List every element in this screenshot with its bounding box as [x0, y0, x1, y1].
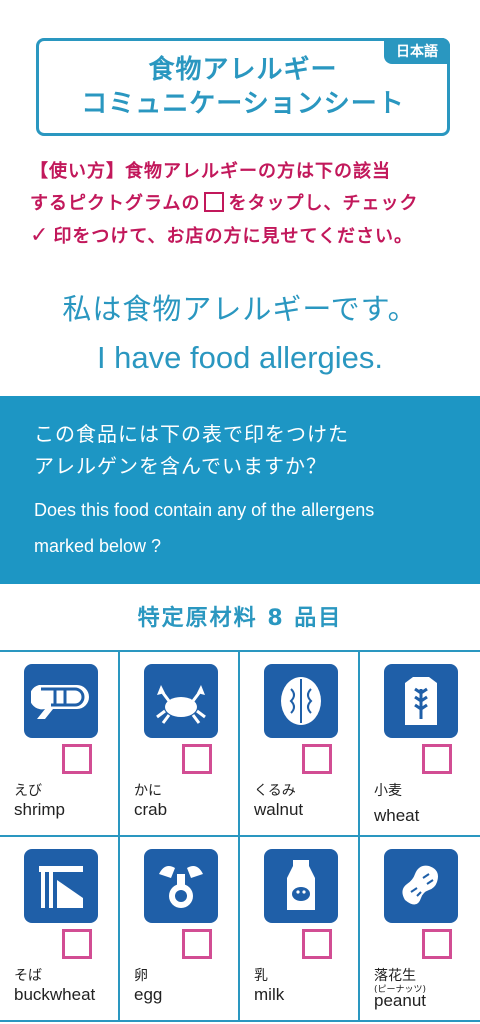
- allergen-en: crab: [134, 800, 168, 819]
- checkmark-icon: ✓: [30, 223, 50, 248]
- allergen-cell-peanut[interactable]: 落花生 (ピーナッツ) peanut: [360, 837, 480, 1022]
- allergen-en: walnut: [254, 800, 304, 819]
- statement-en: I have food allergies.: [96, 340, 384, 375]
- instructions-line-2a: するピクトグラムの: [30, 193, 201, 214]
- check-box[interactable]: [302, 929, 332, 959]
- statement-jp: 私は食物アレルギーです。: [62, 292, 418, 326]
- instructions-line-1: 【使い方】食物アレルギーの方は下の該当: [30, 161, 391, 182]
- section-title: 特定原材料 8 品目: [137, 606, 343, 631]
- question-en-line-2: marked below ?: [34, 536, 162, 556]
- check-box[interactable]: [62, 744, 92, 774]
- title-line-2: コミュニケーションシート: [81, 89, 405, 119]
- allergen-jp: えび: [14, 783, 42, 799]
- peanut-icon: [384, 849, 458, 923]
- allergen-cell-buckwheat[interactable]: そば buckwheat: [0, 837, 120, 1022]
- wheat-icon: [384, 664, 458, 738]
- egg-icon: [144, 849, 218, 923]
- check-box[interactable]: [182, 929, 212, 959]
- instructions: 【使い方】食物アレルギーの方は下の該当 するピクトグラムの をタップし、チェック …: [30, 156, 460, 253]
- buckwheat-icon: [24, 849, 98, 923]
- allergen-cell-crab[interactable]: かに crab: [120, 652, 240, 837]
- instructions-line-2: するピクトグラムの をタップし、チェック: [30, 188, 460, 220]
- allergen-cell-shrimp[interactable]: えび shrimp: [0, 652, 120, 837]
- instructions-line-3-text: 印をつけて、お店の方に見せてください。: [53, 226, 413, 247]
- question-band: この食品には下の表で印をつけた アレルゲンを含んでいますか？ Does this…: [0, 396, 480, 584]
- allergen-en: egg: [134, 985, 163, 1004]
- check-box[interactable]: [302, 744, 332, 774]
- allergen-cell-milk[interactable]: 乳 milk: [240, 837, 360, 1022]
- allergen-jp: くるみ: [254, 783, 296, 799]
- check-box[interactable]: [182, 744, 212, 774]
- instructions-line-3: ✓ 印をつけて、お店の方に見せてください。: [30, 220, 460, 253]
- allergen-cell-wheat[interactable]: 小麦 wheat: [360, 652, 480, 837]
- question-en: Does this food contain any of the allerg…: [34, 492, 446, 564]
- instructions-line-2b: をタップし、チェック: [228, 193, 419, 214]
- check-box[interactable]: [62, 929, 92, 959]
- allergen-en: buckwheat: [14, 985, 96, 1004]
- allergen-jp: 卵: [134, 968, 148, 984]
- check-box[interactable]: [422, 929, 452, 959]
- allergen-grid: えび shrimp かに crab くるみ walnut 小麦 wheat そば: [0, 650, 480, 1022]
- allergen-jp: そば: [14, 968, 42, 984]
- title-line-1: 食物アレルギー: [148, 55, 338, 85]
- check-box[interactable]: [422, 744, 452, 774]
- allergen-cell-walnut[interactable]: くるみ walnut: [240, 652, 360, 837]
- title-box: 日本語 食物アレルギー コミュニケーションシート: [36, 38, 450, 136]
- question-en-line-1: Does this food contain any of the allerg…: [34, 500, 375, 520]
- crab-icon: [144, 664, 218, 738]
- allergen-jp: 小麦: [374, 783, 402, 799]
- checkbox-example-icon: [204, 192, 225, 212]
- language-badge[interactable]: 日本語: [384, 38, 450, 64]
- allergen-en: wheat: [374, 806, 420, 825]
- allergen-cell-egg[interactable]: 卵 egg: [120, 837, 240, 1022]
- milk-icon: [264, 849, 338, 923]
- question-jp-line-1: この食品には下の表で印をつけた: [34, 422, 349, 446]
- question-jp-line-2: アレルゲンを含んでいますか？: [34, 454, 327, 478]
- walnut-icon: [264, 664, 338, 738]
- allergen-en: shrimp: [14, 800, 66, 819]
- allergen-en: milk: [254, 985, 285, 1004]
- shrimp-icon: [24, 664, 98, 738]
- allergen-jp: かに: [134, 783, 162, 799]
- allergen-en: peanut: [374, 991, 426, 1010]
- allergen-jp: 乳: [254, 968, 268, 984]
